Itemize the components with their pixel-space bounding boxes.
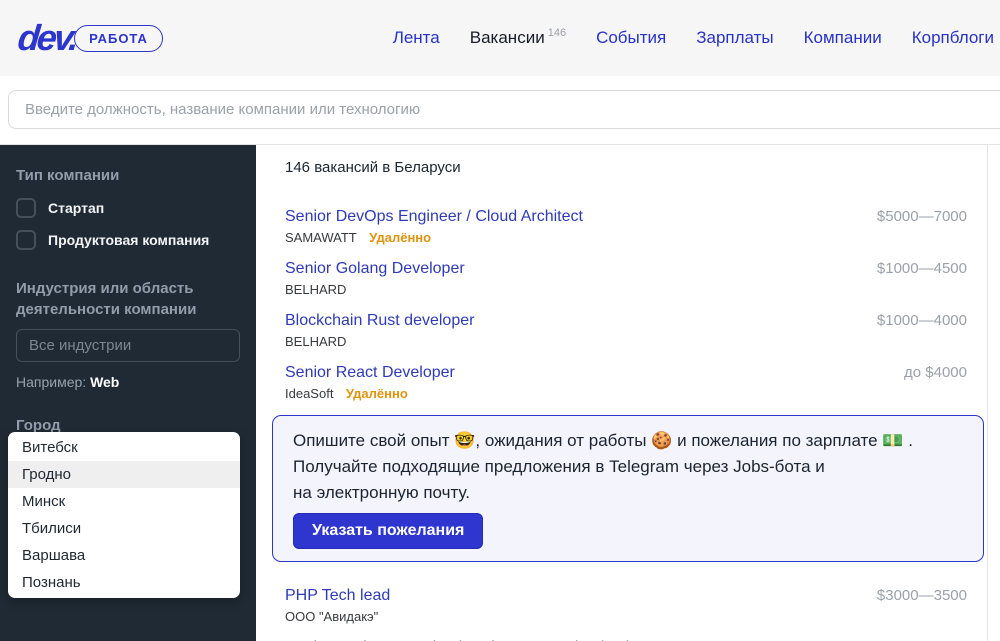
job-row[interactable]: PHP Tech lead ООО "Авидакэ" $3000—3500	[285, 586, 967, 625]
nav-vacancies-label: Вакансии	[470, 28, 545, 47]
promo-card: Опишите свой опыт 🤓, ожидания от работы …	[272, 415, 984, 562]
dropdown-item-minsk[interactable]: Минск	[8, 488, 240, 515]
search-section	[0, 76, 1000, 145]
industry-hint-prefix: Например:	[16, 374, 86, 390]
filters-sidebar: Тип компании Стартап Продуктовая компани…	[0, 145, 256, 641]
nav-item-lenta[interactable]: Лента	[393, 28, 440, 48]
vacancies-count-badge: 146	[548, 27, 566, 39]
checkbox-product-company-label: Продуктовая компания	[48, 232, 209, 248]
job-title-link[interactable]: Senior Golang Developer	[285, 259, 465, 279]
job-row[interactable]: Senior Golang Developer BELHARD $1000—45…	[285, 259, 967, 298]
logo-rabota-badge: РАБОТА	[74, 25, 163, 52]
job-main: Senior DevOps Engineer / Cloud Architect…	[285, 207, 861, 246]
set-preferences-button[interactable]: Указать пожелания	[293, 513, 483, 549]
job-salary: $3000—3500	[877, 586, 967, 606]
industry-hint: Например: Web	[16, 374, 240, 390]
job-salary: $1000—4500	[877, 259, 967, 279]
search-input[interactable]	[8, 90, 1000, 129]
industry-hint-value: Web	[90, 374, 119, 390]
job-main: Senior React Developer IdeaSoft Удалённо	[285, 363, 888, 402]
checkbox-product-company[interactable]: Продуктовая компания	[16, 230, 240, 250]
job-main: Senior Golang Developer BELHARD	[285, 259, 861, 298]
checkbox-icon[interactable]	[16, 198, 36, 218]
job-company: IdeaSoft	[285, 386, 333, 401]
promo-text-line3: на электронную почту.	[293, 480, 963, 506]
job-salary: до $4000	[904, 363, 967, 383]
job-title-link[interactable]: Senior DevOps Engineer / Cloud Architect	[285, 207, 583, 227]
job-title-link[interactable]: PHP Tech lead	[285, 586, 390, 606]
header: dev. РАБОТА Лента Вакансии146 События За…	[0, 0, 1000, 76]
job-main: PHP Tech lead ООО "Авидакэ"	[285, 586, 861, 625]
nav-item-salaries[interactable]: Зарплаты	[696, 28, 773, 48]
promo-text-line1: Опишите свой опыт 🤓, ожидания от работы …	[293, 428, 963, 454]
job-salary: $1000—4000	[877, 311, 967, 331]
checkbox-startup[interactable]: Стартап	[16, 198, 240, 218]
job-meta: ООО "Авидакэ"	[285, 608, 861, 625]
jobs-list: 146 вакансий в Беларуси Senior DevOps En…	[256, 145, 987, 641]
page: dev. РАБОТА Лента Вакансии146 События За…	[0, 0, 1000, 641]
job-row[interactable]: Senior React Developer IdeaSoft Удалённо…	[285, 363, 967, 402]
checkbox-icon[interactable]	[16, 230, 36, 250]
job-meta: BELHARD	[285, 281, 861, 298]
company-type-label: Тип компании	[16, 165, 240, 186]
checkbox-startup-label: Стартап	[48, 200, 104, 216]
nav-item-corpblogs[interactable]: Корпблоги	[912, 28, 994, 48]
job-company: BELHARD	[285, 282, 346, 297]
job-row[interactable]: Blockchain Rust developer BELHARD $1000—…	[285, 311, 967, 350]
job-company: SAMAWATT	[285, 230, 357, 245]
dev-logo[interactable]: dev. РАБОТА	[18, 20, 163, 56]
industry-label: Индустрия или область деятельности компа…	[16, 278, 226, 320]
dropdown-item-poznan[interactable]: Познань	[8, 569, 240, 596]
job-meta: SAMAWATT Удалённо	[285, 229, 861, 246]
dropdown-item-vitebsk[interactable]: Витебск	[8, 434, 240, 461]
promo-text-line2: Получайте подходящие предложения в Teleg…	[293, 454, 963, 480]
job-salary: $5000—7000	[877, 207, 967, 227]
job-main: Blockchain Rust developer BELHARD	[285, 311, 861, 350]
city-dropdown: Витебск Гродно Минск Тбилиси Варшава Поз…	[8, 432, 240, 598]
dev-logo-script: dev.	[16, 20, 78, 56]
dropdown-item-warsaw[interactable]: Варшава	[8, 542, 240, 569]
job-meta: IdeaSoft Удалённо	[285, 385, 888, 402]
nav-item-companies[interactable]: Компании	[804, 28, 882, 48]
dropdown-item-grodno[interactable]: Гродно	[8, 461, 240, 488]
results-count: 146 вакансий в Беларуси	[285, 159, 967, 177]
industry-input[interactable]	[16, 329, 240, 362]
main-nav: Лента Вакансии146 События Зарплаты Компа…	[393, 28, 994, 48]
jobs-panel: 146 вакансий в Беларуси Senior DevOps En…	[256, 145, 988, 641]
dropdown-item-tbilisi[interactable]: Тбилиси	[8, 515, 240, 542]
job-row[interactable]: Senior DevOps Engineer / Cloud Architect…	[285, 207, 967, 246]
nav-item-events[interactable]: События	[596, 28, 666, 48]
job-title-link[interactable]: Senior React Developer	[285, 363, 455, 383]
job-meta: BELHARD	[285, 333, 861, 350]
job-company: ООО "Авидакэ"	[285, 609, 378, 624]
nav-item-vacancies[interactable]: Вакансии146	[470, 28, 566, 48]
job-remote-badge: Удалённо	[346, 386, 408, 401]
job-title-link[interactable]: Blockchain Rust developer	[285, 311, 474, 331]
job-company: BELHARD	[285, 334, 346, 349]
job-remote-badge: Удалённо	[369, 230, 431, 245]
